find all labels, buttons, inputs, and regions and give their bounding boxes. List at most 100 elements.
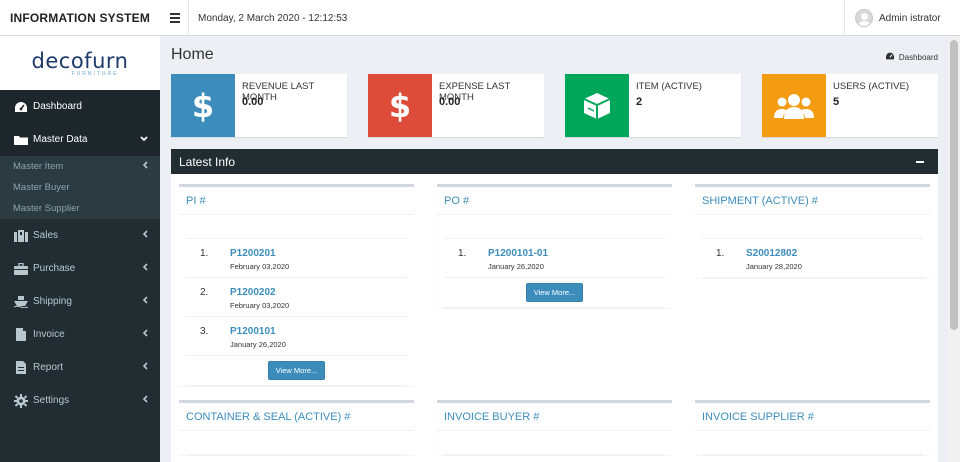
shipment-card: SHIPMENT (ACTIVE) # 1. S20012802 January… <box>695 184 930 278</box>
pi-link[interactable]: P1200201 <box>230 248 276 259</box>
cube-icon <box>565 74 629 137</box>
folder-icon <box>12 133 30 147</box>
sidebar-item-purchase[interactable]: Purchase <box>0 252 160 285</box>
sales-icon <box>12 229 30 243</box>
report-icon <box>12 361 30 375</box>
sidebar-subitem-label: Master Buyer <box>13 182 70 193</box>
latest-info-header: Latest Info <box>171 149 938 174</box>
dollar-icon: $ <box>171 74 235 137</box>
briefcase-icon <box>12 262 30 276</box>
sidebar-subitem-master-buyer[interactable]: Master Buyer <box>0 177 160 198</box>
card-title: CONTAINER & SEAL (ACTIVE) # <box>179 403 414 431</box>
page-title: Home <box>171 46 214 63</box>
dashboard-icon <box>885 52 895 62</box>
scrollbar-thumb[interactable] <box>950 40 958 330</box>
po-card: PO # 1. P1200101-01 January 26,2020 View… <box>437 184 672 308</box>
master-data-submenu: Master Item Master Buyer Master Supplier <box>0 156 160 219</box>
sidebar-item-label: Shipping <box>33 296 72 307</box>
chevron-left-icon <box>142 161 148 172</box>
invoice-supplier-card: INVOICE SUPPLIER # <box>695 400 930 455</box>
sidebar-item-shipping[interactable]: Shipping <box>0 285 160 318</box>
sidebar: decofurn FURNITURE Dashboard Master Data… <box>0 36 160 462</box>
chevron-down-icon <box>140 134 148 145</box>
collapse-icon[interactable] <box>916 161 924 163</box>
card-title: INVOICE BUYER # <box>437 403 672 431</box>
sidebar-item-settings[interactable]: Settings <box>0 384 160 417</box>
info-box-label: USERS (ACTIVE) <box>833 81 910 92</box>
list-item: 2. P1200202 February 03,2020 <box>186 278 407 317</box>
top-bar: INFORMATION SYSTEM Monday, 2 March 2020 … <box>0 0 960 36</box>
app-title[interactable]: INFORMATION SYSTEM <box>0 0 160 36</box>
user-name: Admin istrator <box>879 12 941 24</box>
sidebar-subitem-label: Master Item <box>13 161 64 172</box>
chevron-left-icon <box>142 263 148 274</box>
ship-icon <box>12 295 30 309</box>
logo[interactable]: decofurn FURNITURE <box>0 36 160 90</box>
list-item: 3. P1200101 January 26,2020 <box>186 317 407 356</box>
info-box-value: 0.00 <box>242 96 264 108</box>
container-card: CONTAINER & SEAL (ACTIVE) # <box>179 400 414 455</box>
latest-info-panel: Latest Info PI # 1. P1200201 February 03… <box>171 149 938 462</box>
chevron-left-icon <box>142 329 148 340</box>
card-title: SHIPMENT (ACTIVE) # <box>695 187 930 215</box>
card-title: INVOICE SUPPLIER # <box>695 403 930 431</box>
sidebar-item-invoice[interactable]: Invoice <box>0 318 160 351</box>
dashboard-icon <box>12 100 30 114</box>
sidebar-subitem-master-item[interactable]: Master Item <box>0 156 160 177</box>
info-box-users: USERS (ACTIVE) 5 <box>762 74 938 137</box>
list-item: 1. S20012802 January 28,2020 <box>702 239 923 278</box>
po-link[interactable]: P1200101-01 <box>488 248 548 259</box>
sidebar-item-master-data[interactable]: Master Data <box>0 123 160 156</box>
sidebar-subitem-label: Master Supplier <box>13 203 80 214</box>
chevron-left-icon <box>142 362 148 373</box>
svg-text:$: $ <box>192 89 214 123</box>
gear-icon <box>12 393 30 408</box>
sidebar-item-label: Settings <box>33 395 70 406</box>
sidebar-item-dashboard[interactable]: Dashboard <box>0 90 160 123</box>
list-item: 1. P1200201 February 03,2020 <box>186 239 407 278</box>
card-title: PI # <box>179 187 414 215</box>
info-box-value: 2 <box>636 96 643 108</box>
card-title: PO # <box>437 187 672 215</box>
logo-name: decofurn <box>31 48 129 73</box>
dollar-icon: $ <box>368 74 432 137</box>
chevron-left-icon <box>142 395 148 406</box>
breadcrumb[interactable]: Dashboard <box>885 52 938 62</box>
breadcrumb-label: Dashboard <box>898 52 938 62</box>
view-more-button[interactable]: View More... <box>267 361 326 380</box>
info-box-value: 5 <box>833 96 840 108</box>
pi-link[interactable]: P1200202 <box>230 287 276 298</box>
users-icon <box>762 74 826 137</box>
divider <box>188 0 189 36</box>
view-more-button[interactable]: View More... <box>525 283 584 302</box>
info-box-expense: $ EXPENSE LAST MONTH 0.00 <box>368 74 544 137</box>
sidebar-item-report[interactable]: Report <box>0 351 160 384</box>
user-menu[interactable]: Admin istrator <box>855 0 941 36</box>
panel-title: Latest Info <box>179 154 236 169</box>
sidebar-item-label: Master Data <box>33 134 88 145</box>
main-content: Home Dashboard $ REVENUE LAST MONTH 0.00… <box>160 36 948 462</box>
sidebar-item-label: Dashboard <box>33 101 82 112</box>
datetime: Monday, 2 March 2020 - 12:12:53 <box>198 12 348 24</box>
pi-link[interactable]: P1200101 <box>230 326 276 337</box>
scrollbar[interactable] <box>948 36 960 462</box>
info-box-items: ITEM (ACTIVE) 2 <box>565 74 741 137</box>
sidebar-item-sales[interactable]: Sales <box>0 219 160 252</box>
sidebar-subitem-master-supplier[interactable]: Master Supplier <box>0 198 160 219</box>
file-icon <box>12 328 30 342</box>
info-boxes: $ REVENUE LAST MONTH 0.00 $ EXPENSE LAST… <box>171 74 938 137</box>
list-item: 1. P1200101-01 January 26,2020 <box>444 239 665 278</box>
sidebar-item-label: Report <box>33 362 64 373</box>
sidebar-item-label: Sales <box>33 230 59 241</box>
avatar <box>855 9 873 27</box>
sidebar-item-label: Invoice <box>33 329 65 340</box>
svg-text:$: $ <box>389 89 411 123</box>
info-box-revenue: $ REVENUE LAST MONTH 0.00 <box>171 74 347 137</box>
pi-card: PI # 1. P1200201 February 03,2020 2. P12… <box>179 184 414 386</box>
shipment-link[interactable]: S20012802 <box>746 248 797 259</box>
sidebar-item-label: Purchase <box>33 263 76 274</box>
invoice-buyer-card: INVOICE BUYER # <box>437 400 672 455</box>
divider <box>844 0 845 36</box>
logo-sub: FURNITURE <box>71 70 119 77</box>
hamburger-menu-icon[interactable] <box>170 10 180 26</box>
